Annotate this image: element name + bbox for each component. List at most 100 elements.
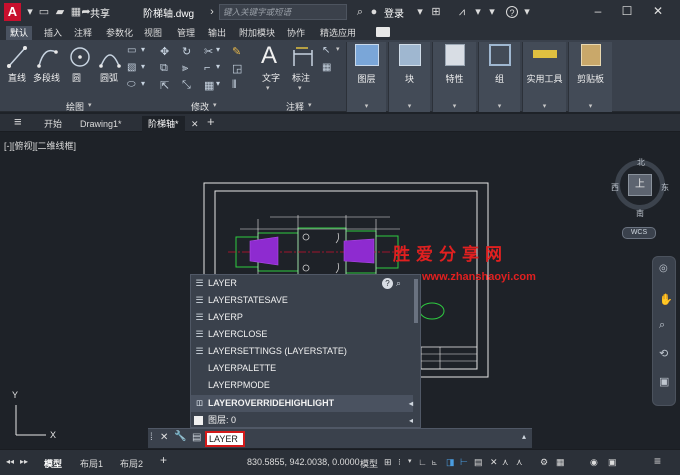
zoom-extents-icon[interactable]: ⌕: [659, 319, 665, 332]
dropdown-icon[interactable]: ▾: [141, 62, 145, 71]
ribbon-toggle-icon[interactable]: [376, 27, 390, 37]
pan-icon[interactable]: ✋: [659, 293, 673, 306]
user-icon[interactable]: ●: [368, 6, 380, 18]
search-web-icon[interactable]: ⌕: [396, 278, 401, 289]
suggestion-item[interactable]: ☰ LAYERSETTINGS (LAYERSTATE): [191, 343, 413, 360]
tab-model[interactable]: 模型: [44, 457, 62, 470]
dimension-tool-icon[interactable]: [290, 44, 316, 70]
showmotion-icon[interactable]: ▣: [659, 375, 669, 388]
rectangle-icon[interactable]: ▭: [127, 45, 136, 56]
dropdown-icon[interactable]: ▾: [298, 84, 302, 92]
table-icon[interactable]: ▦: [322, 62, 331, 73]
text-tool-icon[interactable]: A: [261, 42, 277, 70]
leader-icon[interactable]: ↖: [322, 45, 330, 56]
orbit-icon[interactable]: ⟲: [659, 347, 668, 360]
customization-menu-icon[interactable]: ≡: [654, 454, 661, 468]
dropdown-icon[interactable]: ▾: [408, 457, 412, 465]
qat-menu-icon[interactable]: ▾: [24, 6, 36, 18]
suggestion-item[interactable]: ☰ LAYER: [191, 275, 413, 292]
wcs-menu[interactable]: WCS: [622, 227, 656, 239]
steering-wheel-icon[interactable]: ◎: [659, 263, 668, 274]
dropdown-icon[interactable]: ▾: [308, 101, 312, 109]
share-button[interactable]: 共享: [90, 5, 110, 20]
suggestion-item[interactable]: LAYERPMODE: [191, 377, 413, 394]
layout-scroll-icon[interactable]: ▸▸: [20, 457, 28, 466]
command-input[interactable]: LAYER: [205, 431, 245, 447]
tab-start[interactable]: 开始: [38, 116, 68, 132]
suggestion-item-category[interactable]: ◫ LAYEROVERRIDEHIGHLIGHT ◂: [191, 395, 413, 412]
dropdown-icon[interactable]: ▾: [336, 45, 340, 53]
dropdown-icon[interactable]: ▾: [472, 6, 484, 18]
panel-annotation-title[interactable]: 注释: [286, 100, 304, 113]
annotation-scale-icon[interactable]: ⋏: [502, 457, 509, 468]
annotation-visibility-icon[interactable]: ⋏: [516, 457, 523, 468]
polyline-tool-label[interactable]: 多段线: [33, 71, 60, 84]
array-icon[interactable]: ▦: [204, 79, 214, 92]
ortho-icon[interactable]: ∟: [418, 457, 427, 467]
line-tool-label[interactable]: 直线: [8, 71, 26, 84]
mirror-icon[interactable]: ⫸: [182, 62, 188, 75]
line-tool-icon[interactable]: [6, 44, 28, 70]
menu-icon[interactable]: ≡: [8, 114, 28, 130]
compass-west[interactable]: 西: [611, 182, 619, 193]
search-icon[interactable]: ⌕: [354, 6, 366, 18]
stretch-icon[interactable]: ⇱: [160, 79, 169, 92]
search-input[interactable]: 键入关键字或短语: [219, 4, 347, 20]
tab-output[interactable]: 输出: [204, 26, 230, 40]
offset-icon[interactable]: ⫴: [232, 79, 237, 92]
snap-icon[interactable]: ⁝: [398, 457, 401, 468]
dropdown-icon[interactable]: ▾: [521, 6, 533, 18]
hatch-icon[interactable]: ▧: [127, 62, 136, 73]
dropdown-icon[interactable]: ▾: [141, 45, 145, 54]
tab-layout2[interactable]: 布局2: [120, 457, 143, 470]
dynamic-input-icon[interactable]: ✕: [490, 457, 498, 468]
open-folder-icon[interactable]: ▰: [54, 6, 66, 18]
tab-layout1[interactable]: 布局1: [80, 457, 103, 470]
tab-addins[interactable]: 附加模块: [235, 26, 279, 40]
model-space-button[interactable]: 模型: [360, 457, 378, 470]
tab-insert[interactable]: 插入: [40, 26, 66, 40]
lineweight-icon[interactable]: ▤: [474, 457, 483, 468]
dropdown-icon[interactable]: ▾: [266, 84, 270, 92]
app-logo[interactable]: A: [4, 3, 21, 21]
compass-east[interactable]: 东: [661, 182, 669, 193]
scrollbar[interactable]: [414, 279, 418, 323]
osnap-icon[interactable]: ◨: [446, 457, 455, 468]
tab-default[interactable]: 默认: [6, 26, 33, 40]
dropdown-icon[interactable]: ▾: [141, 79, 145, 88]
compass-south[interactable]: 南: [636, 208, 644, 219]
grid-icon[interactable]: ⊞: [384, 457, 392, 468]
block-panel-button[interactable]: 块 ▾: [388, 42, 430, 112]
help-icon[interactable]: ?: [382, 278, 393, 289]
arc-tool-icon[interactable]: [98, 44, 122, 70]
units-icon[interactable]: ▦: [556, 457, 565, 468]
new-tab-icon[interactable]: +: [201, 114, 221, 130]
tab-current-drawing[interactable]: 阶梯轴*: [142, 116, 185, 132]
tab-annotate[interactable]: 注释: [70, 26, 96, 40]
erase-icon[interactable]: ✎: [232, 45, 241, 58]
dropdown-icon[interactable]: ▾: [486, 6, 498, 18]
suggestion-item[interactable]: LAYERPALETTE: [191, 360, 413, 377]
close-button[interactable]: ✕: [648, 3, 668, 19]
customize-icon[interactable]: 🔧: [174, 431, 186, 442]
group-panel-button[interactable]: 组 ▾: [478, 42, 520, 112]
trim-icon[interactable]: ✂: [204, 45, 213, 58]
drag-handle-icon[interactable]: ⁞: [150, 432, 153, 443]
maximize-button[interactable]: ☐: [617, 3, 637, 19]
arc-tool-label[interactable]: 圆弧: [100, 71, 118, 84]
layout-scroll-icon[interactable]: ◂◂: [6, 457, 14, 466]
tab-collaborate[interactable]: 协作: [283, 26, 309, 40]
ellipse-icon[interactable]: ⬭: [127, 79, 136, 90]
circle-tool-icon[interactable]: [68, 44, 92, 70]
tab-featured-apps[interactable]: 精选应用: [316, 26, 360, 40]
history-dropdown-icon[interactable]: ▴: [522, 432, 526, 441]
suggestion-item[interactable]: ☰ LAYERSTATESAVE: [191, 292, 413, 309]
dropdown-icon[interactable]: ▾: [216, 45, 220, 54]
autodesk-a360-icon[interactable]: ⩘: [456, 6, 468, 18]
viewcube-top-face[interactable]: 上: [628, 174, 652, 196]
clean-screen-icon[interactable]: ▣: [608, 457, 617, 468]
explode-icon[interactable]: ◲: [232, 62, 242, 75]
help-icon[interactable]: ?: [506, 6, 518, 18]
tab-view[interactable]: 视图: [140, 26, 166, 40]
polyline-tool-icon[interactable]: [36, 44, 60, 70]
